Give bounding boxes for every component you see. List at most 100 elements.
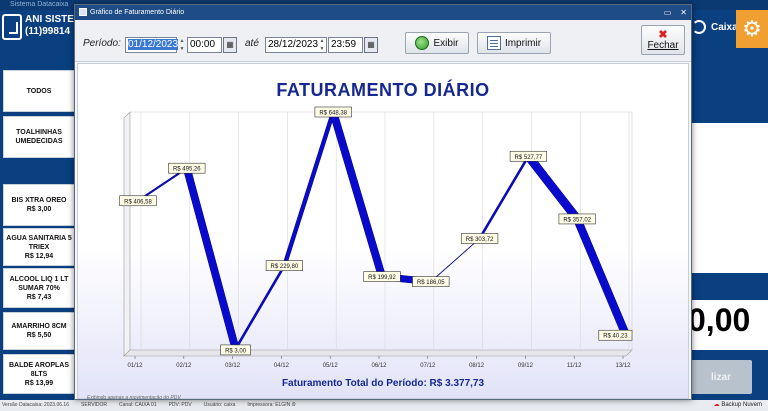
start-time-value: 00:00 bbox=[190, 39, 216, 50]
series-segment bbox=[573, 215, 630, 339]
status-canal: Canal: CAIXA 01 bbox=[119, 402, 157, 408]
backup-status[interactable]: ☁ Backup Nuvem bbox=[714, 400, 768, 411]
close-icon[interactable]: ✕ bbox=[680, 5, 687, 20]
end-calendar-icon[interactable]: ▦ bbox=[364, 37, 378, 53]
sidebar-item-alcool[interactable]: ALCOOL LIQ 1 LT SUMAR 70% R$ 7,43 bbox=[3, 268, 75, 308]
fechar-button[interactable]: ✖ Fechar bbox=[641, 25, 685, 55]
dialog-title: Gráfico de Faturamento Diário bbox=[90, 9, 185, 16]
sidebar-item-label: BIS XTRA OREO bbox=[11, 197, 67, 204]
status-printer: Impressora: ELGIN i9 bbox=[247, 402, 296, 408]
ate-label: até bbox=[245, 38, 259, 49]
sidebar-item-price: R$ 5,50 bbox=[26, 332, 52, 339]
data-label: R$ 186,05 bbox=[417, 280, 445, 286]
fechar-label: Fechar bbox=[647, 39, 679, 51]
exibir-button[interactable]: Exibir bbox=[405, 32, 469, 54]
sidebar-item-label: TOALHINHAS UMEDECIDAS bbox=[15, 129, 63, 145]
company-line2: (11)99814 bbox=[25, 26, 71, 37]
data-label: R$ 199,92 bbox=[368, 275, 396, 281]
imprimir-label: Imprimir bbox=[504, 37, 542, 49]
data-label: R$ 303,72 bbox=[466, 237, 494, 243]
sidebar-item-toalhinhas[interactable]: TOALHINHAS UMEDECIDAS bbox=[3, 116, 75, 158]
window-controls: ▭ ✕ bbox=[664, 5, 687, 20]
x-tick-label: 04/12 bbox=[274, 363, 290, 369]
chart-canvas: 01/12 02/12 03/12 04/12 05/12 06/12 07/12 08/12… bbox=[119, 106, 633, 369]
dialog-titlebar[interactable]: Gráfico de Faturamento Diário ▭ ✕ bbox=[75, 5, 691, 20]
series-segment bbox=[281, 108, 337, 269]
app-logo-icon bbox=[2, 14, 22, 40]
x-tick-label: 13/12 bbox=[615, 363, 631, 369]
series-segment bbox=[525, 152, 581, 223]
app-title: Sistema Datacaixa bbox=[10, 1, 69, 8]
sidebar-item-label: AMARRIHO 8CM bbox=[11, 323, 67, 330]
sidebar-item-todos[interactable]: TODOS bbox=[3, 70, 75, 112]
end-time-value: 23:59 bbox=[331, 39, 357, 50]
caixa-button[interactable]: Caixa bbox=[692, 20, 738, 34]
imprimir-button[interactable]: Imprimir bbox=[477, 32, 551, 54]
sidebar-item-price: R$ 13,99 bbox=[24, 379, 54, 387]
x-tick-label: 09/12 bbox=[518, 363, 534, 369]
data-label: R$ 40,23 bbox=[603, 334, 628, 340]
chart-left-wall bbox=[123, 111, 131, 357]
refresh-icon bbox=[415, 36, 430, 50]
data-label: R$ 3,00 bbox=[225, 348, 247, 354]
start-time-input[interactable]: 00:00 bbox=[187, 37, 222, 53]
chart-total: Faturamento Total do Período: R$ 3.377,7… bbox=[281, 378, 485, 389]
end-date-spinner[interactable]: ▲ ▼ bbox=[318, 37, 326, 53]
sidebar-item-price: R$ 12,94 bbox=[24, 252, 54, 260]
data-label: R$ 527,77 bbox=[515, 155, 543, 161]
data-label: R$ 357,02 bbox=[563, 217, 591, 223]
x-tick-label: 11/12 bbox=[567, 363, 582, 369]
end-date-value: 28/12/2023 bbox=[268, 39, 319, 50]
periodo-label: Período: bbox=[83, 38, 121, 49]
x-tick-label: 06/12 bbox=[371, 363, 387, 369]
caixa-icon bbox=[692, 20, 706, 34]
company-name: ANI SISTE (11)99814 bbox=[25, 14, 74, 38]
chart-floor bbox=[123, 349, 633, 357]
settings-gear-icon[interactable]: ⚙ bbox=[736, 10, 768, 48]
x-tick-label: 02/12 bbox=[176, 363, 192, 369]
chart-window-icon bbox=[79, 8, 87, 16]
sidebar-item-label: BALDE AROPLAS 8LTS bbox=[8, 361, 70, 378]
x-tick-label: 05/12 bbox=[323, 363, 339, 369]
close-x-icon: ✖ bbox=[658, 28, 668, 41]
exibir-label: Exibir bbox=[433, 37, 459, 49]
finalize-button[interactable]: lizar bbox=[690, 360, 752, 394]
x-tick-label: 03/12 bbox=[225, 363, 241, 369]
data-label: R$ 406,58 bbox=[124, 199, 152, 205]
restore-icon[interactable]: ▭ bbox=[664, 5, 672, 20]
data-label: R$ 229,80 bbox=[271, 264, 299, 270]
status-server: SERVIDOR bbox=[81, 402, 108, 408]
status-user: Usuário: caixa bbox=[203, 402, 236, 408]
sidebar-item-label: AGUA SANITARIA 5 TRIEX bbox=[6, 234, 72, 251]
series-segment bbox=[232, 262, 288, 353]
sidebar-item-balde[interactable]: BALDE AROPLAS 8LTS R$ 13,99 bbox=[3, 354, 75, 394]
sidebar-item-amarriho[interactable]: AMARRIHO 8CM R$ 5,50 bbox=[3, 312, 75, 350]
data-label: R$ 495,26 bbox=[173, 167, 201, 173]
start-date-spinner[interactable]: ▲ ▼ bbox=[178, 37, 186, 53]
start-date-value: 01/12/2023 bbox=[128, 39, 179, 50]
backup-label: Backup Nuvem bbox=[721, 402, 762, 408]
start-calendar-icon[interactable]: ▦ bbox=[223, 37, 237, 53]
status-bar: Versão Datacaixa: 2023.06.16 SERVIDOR Ca… bbox=[0, 400, 768, 411]
x-tick-label: 08/12 bbox=[469, 363, 485, 369]
sidebar-item-agua[interactable]: AGUA SANITARIA 5 TRIEX R$ 12,94 bbox=[3, 228, 75, 266]
filter-toolbar: Período: 01/12/2023 ▲ ▼ 00:00 ▦ até 28/12… bbox=[75, 20, 691, 62]
sidebar-item-price: R$ 7,43 bbox=[26, 293, 52, 301]
total-value: 0,00 bbox=[688, 302, 751, 338]
item-list-panel bbox=[690, 123, 768, 273]
company-line1: ANI SISTE bbox=[25, 14, 74, 25]
finalize-label: lizar bbox=[710, 371, 731, 383]
sidebar-item-bis[interactable]: BIS XTRA OREO R$ 3,00 bbox=[3, 184, 75, 226]
chart-dialog: Gráfico de Faturamento Diário ▭ ✕ Períod… bbox=[74, 4, 692, 401]
sidebar-item-label: ALCOOL LIQ 1 LT SUMAR 70% bbox=[9, 275, 69, 292]
status-version: Versão Datacaixa: 2023.06.16 bbox=[2, 402, 69, 408]
sidebar-item-label: TODOS bbox=[26, 87, 52, 95]
data-label: R$ 648,38 bbox=[319, 111, 347, 117]
sidebar-item-price: R$ 3,00 bbox=[26, 206, 52, 213]
start-date-input[interactable]: 01/12/2023 bbox=[125, 37, 179, 53]
end-time-input[interactable]: 23:59 bbox=[328, 37, 363, 53]
print-icon bbox=[486, 36, 501, 50]
series-segment bbox=[183, 164, 239, 353]
cloud-icon: ☁ bbox=[713, 402, 720, 408]
chart-panel: FATURAMENTO DIÁRIO 01/12 02/12 03/12 04/12 0… bbox=[77, 63, 689, 401]
